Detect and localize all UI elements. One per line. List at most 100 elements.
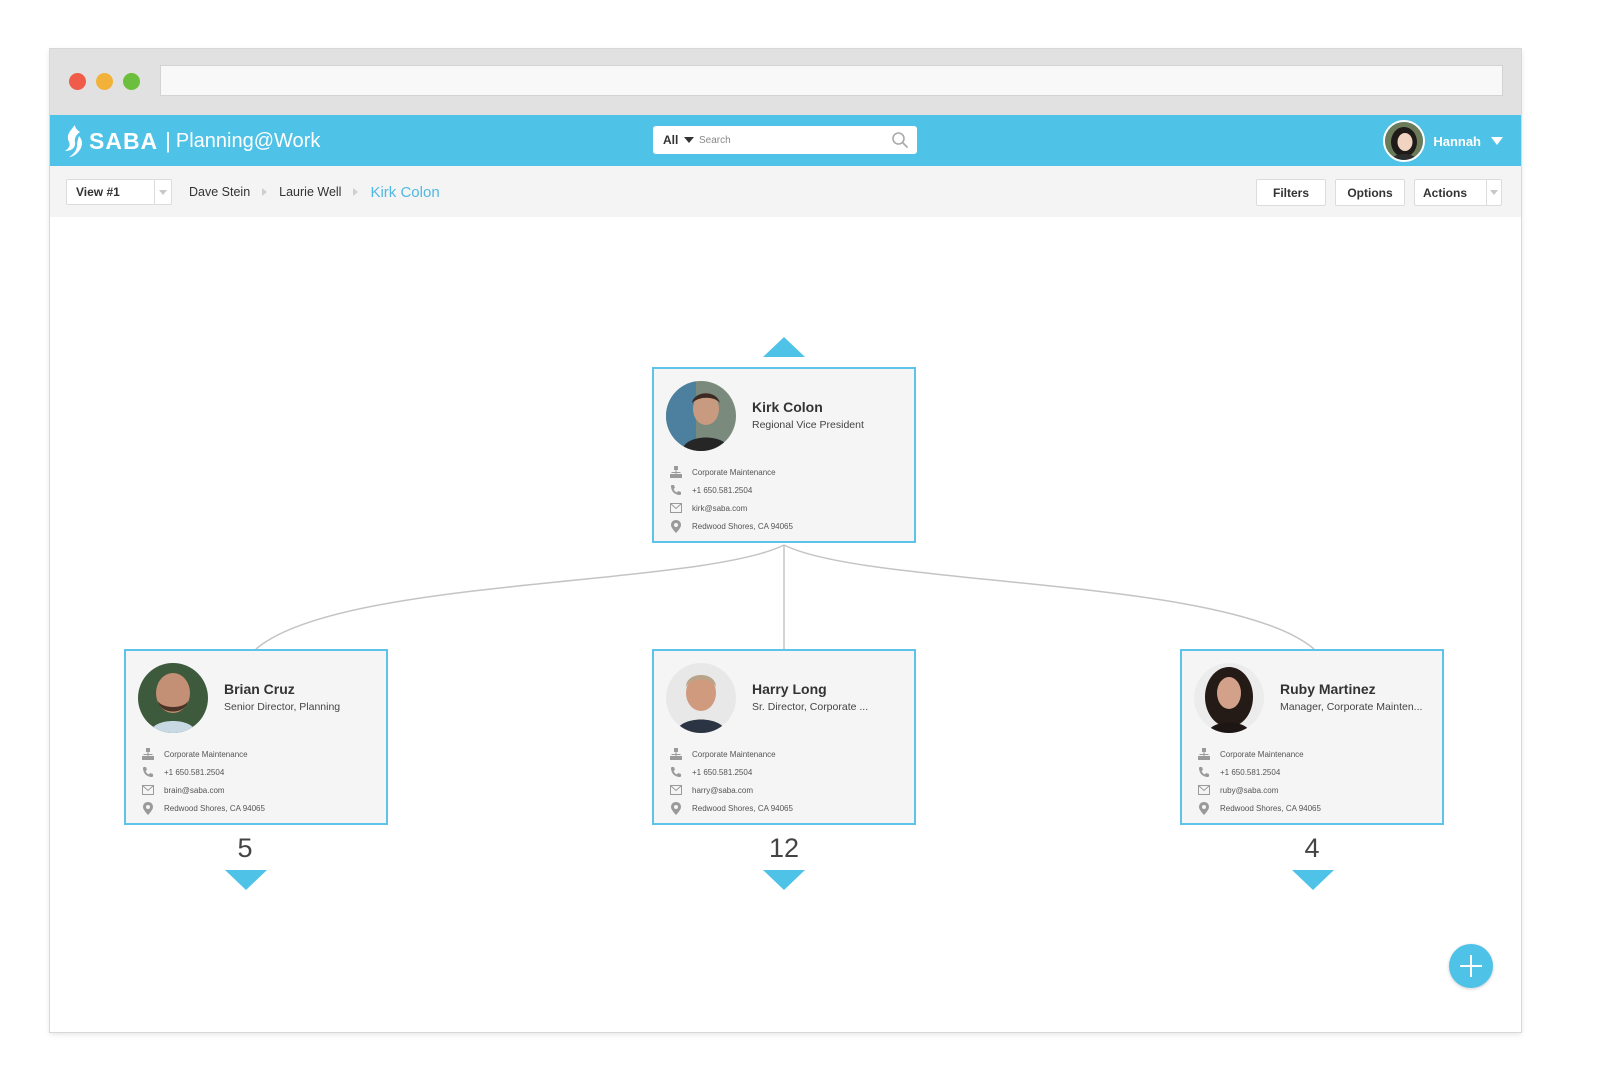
breadcrumb-item-dave-stein[interactable]: Dave Stein: [189, 185, 250, 199]
avatar: [666, 381, 736, 451]
employee-name: Kirk Colon: [752, 399, 823, 415]
avatar: [1194, 663, 1264, 733]
avatar: [666, 663, 736, 733]
view-select[interactable]: View #1: [66, 179, 172, 205]
phone-text[interactable]: +1 650.581.2504: [1220, 768, 1280, 777]
department-text: Corporate Maintenance: [692, 467, 776, 477]
org-chart-icon: [670, 466, 682, 478]
filters-button[interactable]: Filters: [1256, 179, 1326, 206]
map-pin-icon: [142, 801, 154, 815]
envelope-icon: [142, 784, 154, 796]
employee-card-kirk-colon[interactable]: Kirk Colon Regional Vice President Corpo…: [652, 367, 916, 543]
search-icon[interactable]: [891, 131, 909, 149]
org-chart-canvas: Kirk Colon Regional Vice President Corpo…: [50, 217, 1521, 1032]
chevron-down-icon: [684, 137, 695, 143]
user-avatar-image: [1385, 122, 1424, 160]
employee-card-harry-long[interactable]: Harry Long Sr. Director, Corporate ... C…: [652, 649, 916, 825]
browser-window: SABA | Planning@Work All Search Hannah V…: [50, 49, 1521, 1032]
employee-name: Harry Long: [752, 681, 827, 697]
department-text: Corporate Maintenance: [164, 749, 248, 759]
email-row: harry@saba.com: [670, 781, 906, 799]
employee-title: Regional Vice President: [752, 419, 864, 431]
location-row: Redwood Shores, CA 94065: [670, 517, 906, 535]
email-text[interactable]: brain@saba.com: [164, 786, 225, 795]
department-text: Corporate Maintenance: [1220, 749, 1304, 759]
add-button[interactable]: [1449, 944, 1493, 988]
breadcrumb: Dave Stein Laurie Well Kirk Colon: [189, 180, 440, 204]
phone-row: +1 650.581.2504: [142, 763, 378, 781]
saba-flame-icon: [65, 125, 82, 157]
phone-text[interactable]: +1 650.581.2504: [692, 486, 752, 495]
search-box: All: [653, 126, 917, 154]
phone-icon: [670, 766, 682, 778]
employee-card-ruby-martinez[interactable]: Ruby Martinez Manager, Corporate Mainten…: [1180, 649, 1444, 825]
address-bar[interactable]: [160, 65, 1503, 96]
actions-button[interactable]: Actions: [1414, 179, 1502, 206]
location-row: Redwood Shores, CA 94065: [670, 799, 906, 817]
envelope-icon: [1198, 784, 1210, 796]
close-window-button[interactable]: [69, 73, 86, 90]
brand-separator: |: [165, 128, 171, 153]
location-row: Redwood Shores, CA 94065: [142, 799, 378, 817]
browser-titlebar: [50, 49, 1521, 115]
expand-reports-arrow[interactable]: [1292, 870, 1334, 890]
phone-text[interactable]: +1 650.581.2504: [164, 768, 224, 777]
employee-name: Brian Cruz: [224, 681, 295, 697]
expand-reports-arrow[interactable]: [225, 870, 267, 890]
saba-logo[interactable]: SABA | Planning@Work: [63, 124, 320, 158]
maximize-window-button[interactable]: [123, 73, 140, 90]
map-pin-icon: [670, 801, 682, 815]
breadcrumb-item-laurie-well[interactable]: Laurie Well: [279, 185, 341, 199]
employee-details: Corporate Maintenance +1 650.581.2504 ki…: [670, 463, 906, 535]
user-menu[interactable]: Hannah: [1383, 120, 1503, 162]
direct-reports-count: 4: [1304, 833, 1320, 863]
employee-name: Ruby Martinez: [1280, 681, 1376, 697]
email-text[interactable]: harry@saba.com: [692, 786, 753, 795]
org-chart-icon: [142, 748, 154, 760]
avatar[interactable]: [1383, 120, 1426, 162]
map-pin-icon: [670, 519, 682, 533]
location-row: Redwood Shores, CA 94065: [1198, 799, 1434, 817]
department-row: Corporate Maintenance: [670, 463, 906, 481]
employee-card-brian-cruz[interactable]: Brian Cruz Senior Director, Planning Cor…: [124, 649, 388, 825]
chevron-down-icon[interactable]: [1491, 137, 1503, 145]
phone-icon: [1198, 766, 1210, 778]
employee-title: Senior Director, Planning: [224, 701, 341, 713]
search-scope-dropdown[interactable]: All: [653, 133, 699, 147]
phone-icon: [670, 484, 682, 496]
department-row: Corporate Maintenance: [1198, 745, 1434, 763]
app-header: SABA | Planning@Work All Search Hannah: [50, 115, 1521, 166]
location-text: Redwood Shores, CA 94065: [692, 521, 793, 531]
email-row: ruby@saba.com: [1198, 781, 1434, 799]
org-chart-icon: [1198, 748, 1210, 760]
phone-text[interactable]: +1 650.581.2504: [692, 768, 752, 777]
actions-button-label: Actions: [1423, 185, 1468, 200]
chevron-down-icon[interactable]: [154, 180, 171, 204]
chevron-down-icon[interactable]: [1486, 180, 1501, 205]
minimize-window-button[interactable]: [96, 73, 113, 90]
employee-title: Manager, Corporate Mainten...: [1280, 701, 1423, 713]
phone-row: +1 650.581.2504: [670, 481, 906, 499]
email-text[interactable]: ruby@saba.com: [1220, 786, 1278, 795]
department-text: Corporate Maintenance: [692, 749, 776, 759]
product-name: Planning@Work: [175, 129, 321, 152]
navigate-up-arrow[interactable]: [763, 337, 805, 357]
options-button[interactable]: Options: [1335, 179, 1405, 206]
direct-reports-count: 12: [768, 833, 800, 863]
user-name: Hannah: [1433, 133, 1481, 149]
phone-row: +1 650.581.2504: [1198, 763, 1434, 781]
department-row: Corporate Maintenance: [670, 745, 906, 763]
email-text[interactable]: kirk@saba.com: [692, 504, 747, 513]
location-text: Redwood Shores, CA 94065: [692, 803, 793, 813]
expand-reports-arrow[interactable]: [763, 870, 805, 890]
search-input[interactable]: [699, 129, 879, 151]
phone-row: +1 650.581.2504: [670, 763, 906, 781]
chevron-right-icon: [262, 188, 268, 196]
location-text: Redwood Shores, CA 94065: [164, 803, 265, 813]
email-row: brain@saba.com: [142, 781, 378, 799]
employee-details: Corporate Maintenance +1 650.581.2504 ha…: [670, 745, 906, 817]
employee-title: Sr. Director, Corporate ...: [752, 701, 869, 713]
employee-details: Corporate Maintenance +1 650.581.2504 ru…: [1198, 745, 1434, 817]
direct-reports-count: 5: [237, 833, 253, 863]
plus-icon: [1460, 955, 1482, 977]
